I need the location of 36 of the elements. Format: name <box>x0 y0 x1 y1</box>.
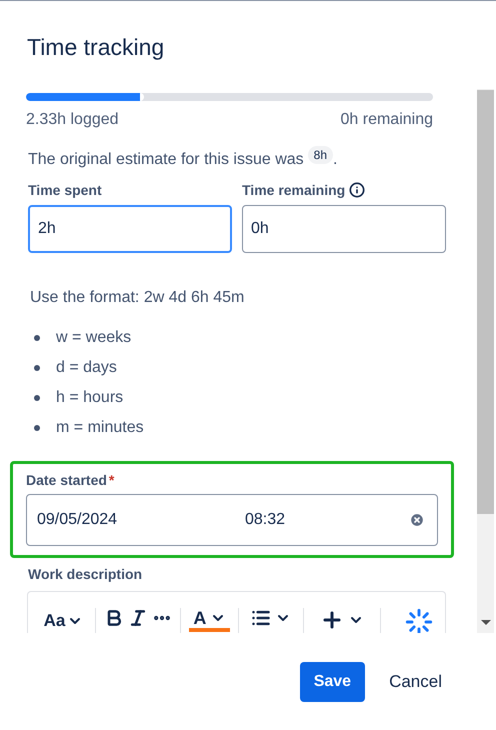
time-value: 08:32 <box>245 510 286 530</box>
sparkle-icon[interactable] <box>405 608 434 633</box>
scrollbar-thumb[interactable] <box>477 90 494 514</box>
date-time-field[interactable]: 09/05/2024 08:32 <box>26 494 438 546</box>
work-description-label: Work description <box>27 565 144 584</box>
text-style-button[interactable]: Aa <box>40 608 88 633</box>
dialog-title: Time tracking <box>26 33 166 62</box>
scrollbar[interactable] <box>477 89 494 633</box>
info-icon[interactable] <box>349 182 366 198</box>
list-icon <box>251 608 272 628</box>
unit-text: w = weeks <box>56 328 132 348</box>
date-value: 09/05/2024 <box>37 510 118 530</box>
bullet-icon <box>34 395 40 401</box>
time-input[interactable]: 0h <box>242 205 446 253</box>
bullet-icon <box>34 365 40 371</box>
remaining-text: 0h remaining <box>340 110 433 130</box>
field-label: Time spent <box>28 180 102 200</box>
format-hint: Use the format: 2w 4d 6h 45m <box>29 288 246 308</box>
period-text: . <box>333 150 338 170</box>
estimate-text: The original estimate for this issue was <box>28 150 304 170</box>
time-input[interactable]: 2h <box>28 205 232 253</box>
logged-text: 2.33h logged <box>26 110 119 130</box>
clear-icon[interactable] <box>409 512 425 528</box>
unit-text: d = days <box>56 358 117 378</box>
unit-text: h = hours <box>56 388 124 408</box>
unit-text: m = minutes <box>56 418 144 438</box>
scroll-down-icon[interactable] <box>480 620 490 625</box>
cancel-button[interactable]: Cancel <box>379 662 452 702</box>
date-label: Date started <box>26 470 107 490</box>
estimate-badge: 8h <box>308 146 334 164</box>
bullet-icon <box>34 425 40 431</box>
save-button[interactable]: Save <box>300 662 366 702</box>
required-mark: * <box>108 470 114 490</box>
bullet-icon <box>34 335 40 341</box>
text-color-button[interactable]: A <box>189 608 230 632</box>
field-label: Time remaining <box>242 180 346 200</box>
